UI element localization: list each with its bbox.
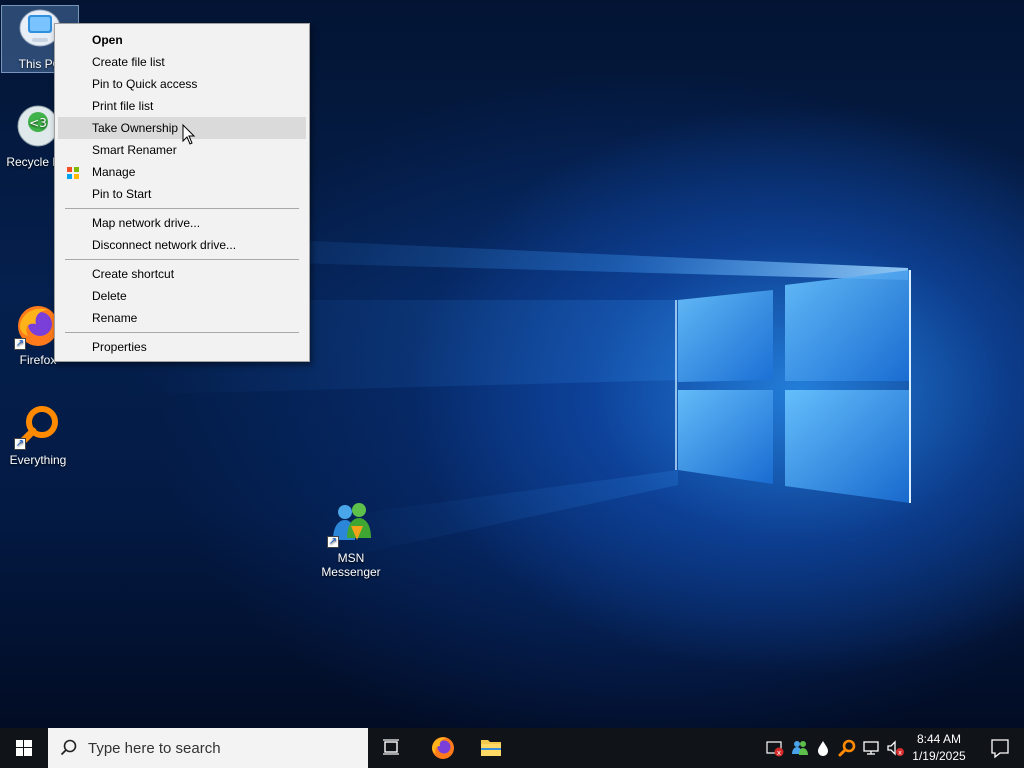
folder-icon: [481, 740, 501, 756]
taskbar-clock[interactable]: 8:44 AM 1/19/2025: [905, 731, 973, 765]
desktop-icon-everything[interactable]: ↗ Everything: [0, 402, 76, 467]
menu-item-label: Rename: [92, 311, 138, 325]
menu-item-print-file-list[interactable]: Print file list: [58, 95, 306, 117]
speaker-muted-icon[interactable]: x: [885, 738, 905, 758]
menu-item-label: Print file list: [92, 99, 154, 113]
menu-item-manage[interactable]: Manage: [58, 161, 306, 183]
menu-item-disconnect-network-drive[interactable]: Disconnect network drive...: [58, 234, 306, 256]
desktop-icon-label: Everything: [9, 453, 67, 467]
everything-search-icon: ↗: [14, 402, 62, 450]
shortcut-arrow-icon: ↗: [14, 438, 26, 450]
task-view-button[interactable]: [368, 728, 416, 768]
menu-item-rename[interactable]: Rename: [58, 307, 306, 329]
notification-icon: [991, 739, 1009, 759]
menu-item-label: Open: [92, 33, 123, 47]
menu-item-properties[interactable]: Properties: [58, 336, 306, 358]
svg-text:x: x: [777, 749, 781, 757]
security-warning-icon[interactable]: x: [765, 738, 785, 758]
menu-item-label: Manage: [92, 165, 136, 179]
menu-item-pin-to-quick-access[interactable]: Pin to Quick access: [58, 73, 306, 95]
menu-item-open[interactable]: Open: [58, 29, 306, 51]
menu-item-label: Map network drive...: [92, 216, 201, 230]
menu-item-label: Disconnect network drive...: [92, 238, 237, 252]
clock-date: 1/19/2025: [912, 749, 966, 763]
menu-item-map-network-drive[interactable]: Map network drive...: [58, 212, 306, 234]
desktop-icon-msn-messenger[interactable]: ↗ MSN Messenger: [312, 500, 390, 579]
menu-item-label: Pin to Quick access: [92, 77, 198, 91]
firefox-icon: [432, 737, 454, 759]
taskbar-firefox-button[interactable]: [419, 728, 467, 768]
menu-item-create-shortcut[interactable]: Create shortcut: [58, 263, 306, 285]
users-icon[interactable]: [790, 738, 810, 758]
desktop-icon-label: MSN Messenger: [321, 551, 381, 579]
search-icon: [60, 739, 77, 756]
admin-shield-icon: [66, 165, 80, 179]
menu-separator: [65, 208, 299, 209]
mouse-cursor-icon: [182, 124, 196, 145]
search-placeholder: Type here to search: [88, 740, 221, 757]
menu-item-label: Smart Renamer: [92, 143, 177, 157]
menu-item-label: Pin to Start: [92, 187, 152, 201]
taskbar-file-explorer-button[interactable]: [467, 728, 515, 768]
menu-item-label: Create file list: [92, 55, 165, 69]
menu-item-label: Take Ownership: [92, 121, 179, 135]
shortcut-arrow-icon: ↗: [14, 338, 26, 350]
action-center-button[interactable]: [976, 728, 1024, 768]
clock-time: 8:44 AM: [916, 732, 962, 746]
msn-messenger-icon: ↗: [327, 500, 375, 548]
taskbar: Type here to search x x 8:44 AM 1/19/202…: [0, 728, 1024, 768]
taskbar-search-box[interactable]: Type here to search: [48, 728, 368, 768]
menu-item-label: Delete: [92, 289, 127, 303]
menu-separator: [65, 259, 299, 260]
task-view-icon: [383, 739, 399, 755]
start-button[interactable]: [0, 728, 48, 768]
shortcut-arrow-icon: ↗: [327, 536, 339, 548]
menu-item-pin-to-start[interactable]: Pin to Start: [58, 183, 306, 205]
menu-separator: [65, 332, 299, 333]
menu-item-label: Properties: [92, 340, 147, 354]
menu-item-delete[interactable]: Delete: [58, 285, 306, 307]
windows-logo-icon: [16, 740, 32, 756]
svg-text:<3: <3: [29, 116, 47, 130]
svg-text:x: x: [898, 749, 902, 757]
context-menu: Open Create file list Pin to Quick acces…: [54, 23, 310, 362]
everything-search-icon[interactable]: [837, 738, 857, 758]
network-icon[interactable]: [861, 738, 881, 758]
menu-item-create-file-list[interactable]: Create file list: [58, 51, 306, 73]
menu-item-label: Create shortcut: [92, 267, 175, 281]
water-drop-icon[interactable]: [813, 738, 833, 758]
